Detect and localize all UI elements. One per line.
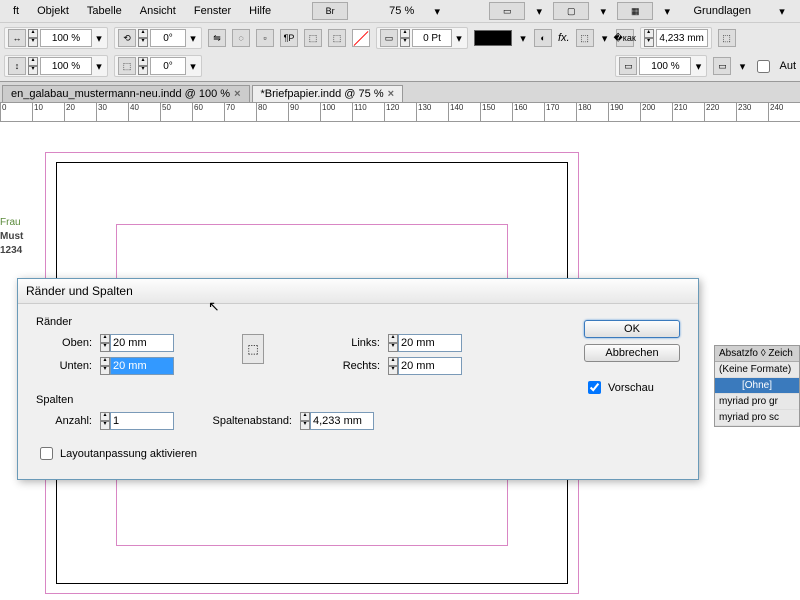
- rotate-input[interactable]: [150, 29, 186, 47]
- align-icon[interactable]: ▭: [713, 57, 731, 75]
- corner-icon[interactable]: ⬚: [576, 29, 594, 47]
- rotate-icon: ⟲: [118, 29, 136, 47]
- fx-icon[interactable]: fx.: [558, 32, 570, 44]
- stepper[interactable]: ▴▾: [300, 412, 310, 430]
- menu-item[interactable]: Fenster: [185, 5, 240, 17]
- bridge-icon[interactable]: Br: [312, 2, 348, 20]
- margins-columns-dialog: Ränder und Spalten Ränder Oben: ▴▾ Unten:…: [17, 278, 699, 480]
- chevron-down-icon[interactable]: ▾: [423, 5, 451, 18]
- close-icon[interactable]: ×: [388, 88, 394, 100]
- bottom-label: Unten:: [36, 360, 92, 372]
- stepper[interactable]: ▴▾: [138, 57, 148, 75]
- horizontal-ruler[interactable]: 0102030405060708090100110120130140150160…: [0, 103, 800, 122]
- stepper[interactable]: ▴▾: [28, 29, 38, 47]
- style-row[interactable]: (Keine Formate): [715, 362, 799, 378]
- scale-y-input[interactable]: [40, 57, 92, 75]
- columns-label: Spalten: [36, 394, 566, 406]
- cancel-button[interactable]: Abbrechen: [584, 344, 680, 362]
- workspace-switcher[interactable]: Grundlagen: [685, 5, 761, 17]
- document-tab[interactable]: en_galabau_mustermann-neu.indd @ 100 %×: [2, 85, 250, 102]
- gutter-label: Spaltenabstand:: [182, 415, 292, 427]
- menu-item[interactable]: Ansicht: [131, 5, 185, 17]
- top-input[interactable]: [110, 334, 174, 352]
- auto-checkbox[interactable]: [757, 60, 770, 73]
- dialog-title: Ränder und Spalten: [18, 279, 698, 304]
- document-tab[interactable]: *Briefpapier.indd @ 75 %×: [252, 85, 404, 102]
- effects-icon[interactable]: ⬚: [328, 29, 346, 47]
- link-margins-icon[interactable]: ⬚: [242, 334, 264, 364]
- stepper[interactable]: ▴▾: [28, 57, 38, 75]
- menu-item[interactable]: ft: [4, 5, 28, 17]
- stepper[interactable]: ▴▾: [100, 334, 110, 352]
- dotted-square-icon[interactable]: ▫: [256, 29, 274, 47]
- zoom-level[interactable]: 75 %: [380, 5, 423, 17]
- paragraph-icon[interactable]: ¶P: [280, 29, 298, 47]
- preview-checkbox[interactable]: [588, 381, 601, 394]
- paragraph-styles-panel[interactable]: Absatzfo ◊ Zeich (Keine Formate) [Ohne] …: [714, 345, 800, 427]
- ok-button[interactable]: OK: [584, 320, 680, 338]
- gutter-input[interactable]: [310, 412, 374, 430]
- style-row[interactable]: myriad pro sc: [715, 410, 799, 426]
- width-input[interactable]: [656, 29, 708, 47]
- auto-label: Aut: [779, 60, 796, 72]
- stepper[interactable]: ▴▾: [644, 29, 654, 47]
- control-panel: ↔▴▾▾ ⟲▴▾▾ ⇋ ◌ ▫ ¶P ⬚ ⬚ ▭▴▾▾ ▾ ◐ fx. ⬚▾ �…: [0, 23, 800, 82]
- view-mode-icon[interactable]: ▭: [489, 2, 525, 20]
- count-input[interactable]: [110, 412, 174, 430]
- shear-input[interactable]: [150, 57, 186, 75]
- style-row[interactable]: [Ohne]: [715, 378, 799, 394]
- bottom-input[interactable]: [110, 357, 174, 375]
- preview-label: Vorschau: [608, 382, 654, 394]
- top-label: Oben:: [36, 337, 92, 349]
- crop-icon[interactable]: �как: [616, 29, 634, 47]
- scale-x-input[interactable]: [40, 29, 92, 47]
- size-input[interactable]: [639, 57, 691, 75]
- margins-label: Ränder: [36, 316, 566, 328]
- right-input[interactable]: [398, 357, 462, 375]
- text-wrap-icon[interactable]: ⬚: [304, 29, 322, 47]
- size-icon: ▭: [619, 57, 637, 75]
- opacity-icon[interactable]: ◐: [534, 29, 552, 47]
- flip-h-icon[interactable]: ⇋: [208, 29, 226, 47]
- layout-adjust-label: Layoutanpassung aktivieren: [60, 448, 197, 460]
- stepper[interactable]: ▴▾: [388, 357, 398, 375]
- screen-mode-icon[interactable]: ▢: [553, 2, 589, 20]
- menu-bar: ft Objekt Tabelle Ansicht Fenster Hilfe …: [0, 0, 800, 23]
- stepper[interactable]: ▴▾: [400, 29, 410, 47]
- count-label: Anzahl:: [36, 415, 92, 427]
- scale-x-icon: ↔: [8, 29, 26, 47]
- stepper[interactable]: ▴▾: [100, 412, 110, 430]
- stepper[interactable]: ▴▾: [388, 334, 398, 352]
- left-input[interactable]: [398, 334, 462, 352]
- scale-y-icon: ↕: [8, 57, 26, 75]
- stroke-icon: ▭: [380, 29, 398, 47]
- color-swatch[interactable]: [474, 30, 512, 46]
- menu-item[interactable]: Tabelle: [78, 5, 131, 17]
- menu-item[interactable]: Objekt: [28, 5, 78, 17]
- layout-adjust-checkbox[interactable]: [40, 447, 53, 460]
- right-label: Rechts:: [324, 360, 380, 372]
- misc-icon[interactable]: ⬚: [718, 29, 736, 47]
- dotted-circle-icon[interactable]: ◌: [232, 29, 250, 47]
- stroke-weight-input[interactable]: [412, 29, 452, 47]
- no-fill-icon[interactable]: [352, 29, 370, 47]
- close-icon[interactable]: ×: [234, 88, 240, 100]
- document-tabs: en_galabau_mustermann-neu.indd @ 100 %× …: [0, 82, 800, 103]
- stepper[interactable]: ▴▾: [138, 29, 148, 47]
- shear-icon: ⬚: [118, 57, 136, 75]
- menu-item[interactable]: Hilfe: [240, 5, 280, 17]
- style-row[interactable]: myriad pro gr: [715, 394, 799, 410]
- arrange-icon[interactable]: ▦: [617, 2, 653, 20]
- stepper[interactable]: ▴▾: [100, 357, 110, 375]
- left-label: Links:: [324, 337, 380, 349]
- text-frame: Frau Must 1234: [0, 216, 23, 258]
- chevron-down-icon[interactable]: ▾: [768, 5, 796, 18]
- panel-header[interactable]: Absatzfo ◊ Zeich: [715, 346, 799, 362]
